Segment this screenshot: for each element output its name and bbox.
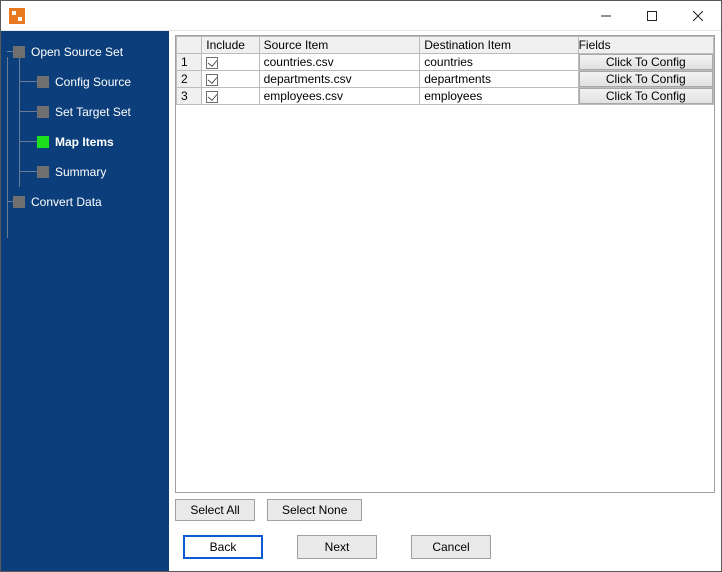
select-all-button[interactable]: Select All — [175, 499, 255, 521]
table-row: 1 countries.csvcountriesClick To Config — [177, 54, 714, 71]
grid-corner — [177, 37, 202, 54]
row-number: 1 — [177, 54, 202, 71]
col-include[interactable]: Include — [202, 37, 259, 54]
row-number: 3 — [177, 88, 202, 105]
col-destination-item[interactable]: Destination Item — [420, 37, 578, 54]
step-set-target-set[interactable]: Set Target Set — [1, 97, 169, 127]
row-number: 2 — [177, 71, 202, 88]
maximize-button[interactable] — [629, 1, 675, 31]
cancel-button[interactable]: Cancel — [411, 535, 491, 559]
step-marker-icon — [13, 46, 25, 58]
titlebar — [1, 1, 721, 31]
step-summary[interactable]: Summary — [1, 157, 169, 187]
table-row: 3 employees.csvemployeesClick To Config — [177, 88, 714, 105]
step-label: Set Target Set — [55, 105, 131, 119]
app-icon — [9, 8, 25, 24]
fields-config-button[interactable]: Click To Config — [579, 54, 713, 70]
source-item-cell[interactable]: countries.csv — [259, 54, 420, 71]
destination-item-cell[interactable]: departments — [420, 71, 578, 88]
include-cell[interactable] — [202, 88, 259, 105]
col-source-item[interactable]: Source Item — [259, 37, 420, 54]
fields-config-button[interactable]: Click To Config — [579, 88, 713, 104]
step-marker-icon — [13, 196, 25, 208]
select-none-button[interactable]: Select None — [267, 499, 362, 521]
step-marker-icon — [37, 106, 49, 118]
include-checkbox[interactable] — [206, 57, 218, 69]
step-config-source[interactable]: Config Source — [1, 67, 169, 97]
step-label: Summary — [55, 165, 106, 179]
step-map-items[interactable]: Map Items — [1, 127, 169, 157]
step-marker-icon — [37, 166, 49, 178]
wizard-nav: Back Next Cancel — [175, 527, 715, 563]
step-marker-icon — [37, 76, 49, 88]
step-marker-icon — [37, 136, 49, 148]
destination-item-cell[interactable]: countries — [420, 54, 578, 71]
next-button[interactable]: Next — [297, 535, 377, 559]
table-row: 2 departments.csvdepartmentsClick To Conf… — [177, 71, 714, 88]
close-button[interactable] — [675, 1, 721, 31]
step-label: Open Source Set — [31, 45, 123, 59]
include-checkbox[interactable] — [206, 91, 218, 103]
app-window: Open Source Set Config Source Set Target… — [0, 0, 722, 572]
fields-cell: Click To Config — [578, 88, 713, 105]
main-panel: Include Source Item Destination Item Fie… — [169, 31, 721, 571]
step-label: Convert Data — [31, 195, 102, 209]
include-checkbox[interactable] — [206, 74, 218, 86]
grid-header-row: Include Source Item Destination Item Fie… — [177, 37, 714, 54]
step-open-source-set[interactable]: Open Source Set — [1, 37, 169, 67]
wizard-sidebar: Open Source Set Config Source Set Target… — [1, 31, 169, 571]
include-cell[interactable] — [202, 54, 259, 71]
fields-config-button[interactable]: Click To Config — [579, 71, 713, 87]
step-label: Map Items — [55, 135, 114, 149]
col-fields[interactable]: Fields — [578, 37, 713, 54]
step-label: Config Source — [55, 75, 131, 89]
wizard-tree: Open Source Set Config Source Set Target… — [1, 37, 169, 217]
selection-buttons: Select All Select None — [175, 493, 715, 527]
include-cell[interactable] — [202, 71, 259, 88]
source-item-cell[interactable]: departments.csv — [259, 71, 420, 88]
fields-cell: Click To Config — [578, 71, 713, 88]
back-button[interactable]: Back — [183, 535, 263, 559]
mapping-grid: Include Source Item Destination Item Fie… — [175, 35, 715, 493]
destination-item-cell[interactable]: employees — [420, 88, 578, 105]
minimize-button[interactable] — [583, 1, 629, 31]
source-item-cell[interactable]: employees.csv — [259, 88, 420, 105]
fields-cell: Click To Config — [578, 54, 713, 71]
step-convert-data[interactable]: Convert Data — [1, 187, 169, 217]
